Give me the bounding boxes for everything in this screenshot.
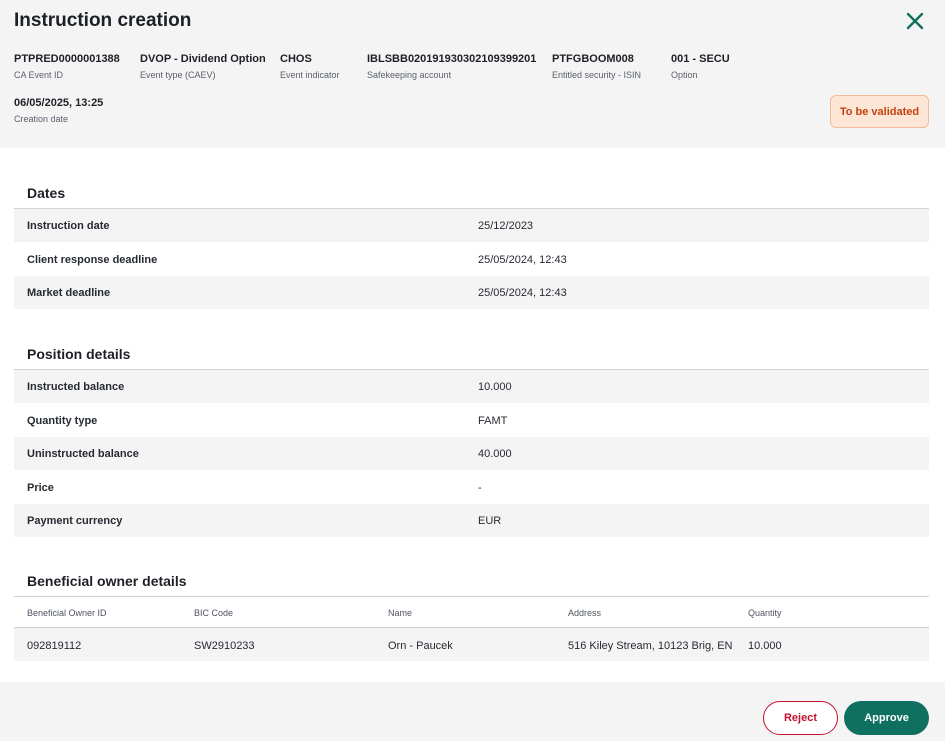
detail-row: Quantity type FAMT <box>14 404 929 437</box>
meta-ca-event-id: PTPRED0000001388 CA Event ID <box>14 53 120 80</box>
detail-label: Market deadline <box>27 286 111 299</box>
detail-row: Payment currency EUR <box>14 504 929 537</box>
meta-value: DVOP - Dividend Option <box>140 53 266 65</box>
table-cell: 092819112 <box>27 640 82 652</box>
table-cell: 516 Kiley Stream, 10123 Brig, EN <box>568 640 733 652</box>
detail-label: Payment currency <box>27 514 123 527</box>
header-panel: Instruction creation PTPRED0000001388 CA… <box>0 0 945 148</box>
detail-value: 40.000 <box>478 447 512 460</box>
divider <box>14 596 929 597</box>
meta-value: PTFGBOOM008 <box>552 53 634 65</box>
detail-value: 25/12/2023 <box>478 219 534 232</box>
meta-value: PTPRED0000001388 <box>14 53 120 65</box>
meta-option: 001 - SECU Option <box>671 53 730 80</box>
detail-label: Price <box>27 481 54 494</box>
detail-label: Instructed balance <box>27 380 125 393</box>
meta-event-type: DVOP - Dividend Option Event type (CAEV) <box>140 53 266 80</box>
meta-label: Event indicator <box>280 70 340 80</box>
column-header: Name <box>388 608 413 618</box>
section-title-beneficial: Beneficial owner details <box>27 573 187 589</box>
detail-label: Client response deadline <box>27 253 158 266</box>
detail-value: - <box>478 481 482 494</box>
meta-label: Creation date <box>14 114 69 124</box>
detail-label: Uninstructed balance <box>27 447 139 460</box>
column-header: Quantity <box>748 608 782 618</box>
detail-value: EUR <box>478 514 502 527</box>
detail-row: Instructed balance 10.000 <box>14 370 929 403</box>
detail-label: Quantity type <box>27 414 98 427</box>
detail-value: 10.000 <box>478 380 512 393</box>
meta-label: Entitled security - ISIN <box>552 70 642 80</box>
meta-value: 06/05/2025, 13:25 <box>14 97 104 109</box>
detail-row: Instruction date 25/12/2023 <box>14 209 929 242</box>
detail-row: Uninstructed balance 40.000 <box>14 437 929 470</box>
meta-value: IBLSBB020191930302109399201 <box>367 53 537 65</box>
approve-button[interactable]: Approve <box>844 701 929 735</box>
status-badge: To be validated <box>830 95 929 128</box>
table-cell: 10.000 <box>748 640 782 652</box>
detail-row: Client response deadline 25/05/2024, 12:… <box>14 243 929 276</box>
detail-value: FAMT <box>478 414 508 427</box>
meta-label: CA Event ID <box>14 70 64 80</box>
detail-label: Instruction date <box>27 219 110 232</box>
close-icon[interactable] <box>904 10 926 32</box>
meta-value: CHOS <box>280 53 312 65</box>
meta-safekeeping-account: IBLSBB020191930302109399201 Safekeeping … <box>367 53 536 80</box>
detail-value: 25/05/2024, 12:43 <box>478 253 567 266</box>
section-title-dates: Dates <box>27 185 66 201</box>
meta-event-indicator: CHOS Event indicator <box>280 53 340 80</box>
section-title-position: Position details <box>27 346 131 362</box>
detail-row: Price - <box>14 471 929 504</box>
reject-button[interactable]: Reject <box>763 701 838 735</box>
meta-label: Option <box>671 70 698 80</box>
meta-value: 001 - SECU <box>671 53 730 65</box>
table-cell: Orn - Paucek <box>388 640 453 652</box>
meta-label: Safekeeping account <box>367 70 452 80</box>
meta-entitled-security: PTFGBOOM008 Entitled security - ISIN <box>552 53 641 80</box>
table-cell: SW2910233 <box>194 640 255 652</box>
column-header: BIC Code <box>194 608 234 618</box>
detail-row: Market deadline 25/05/2024, 12:43 <box>14 276 929 309</box>
column-header: Beneficial Owner ID <box>27 608 107 618</box>
page-title: Instruction creation <box>14 10 192 31</box>
meta-label: Event type (CAEV) <box>140 70 216 80</box>
meta-creation-date: 06/05/2025, 13:25 Creation date <box>14 97 103 124</box>
column-header: Address <box>568 608 602 618</box>
table-row <box>14 628 929 661</box>
detail-value: 25/05/2024, 12:43 <box>478 286 567 299</box>
